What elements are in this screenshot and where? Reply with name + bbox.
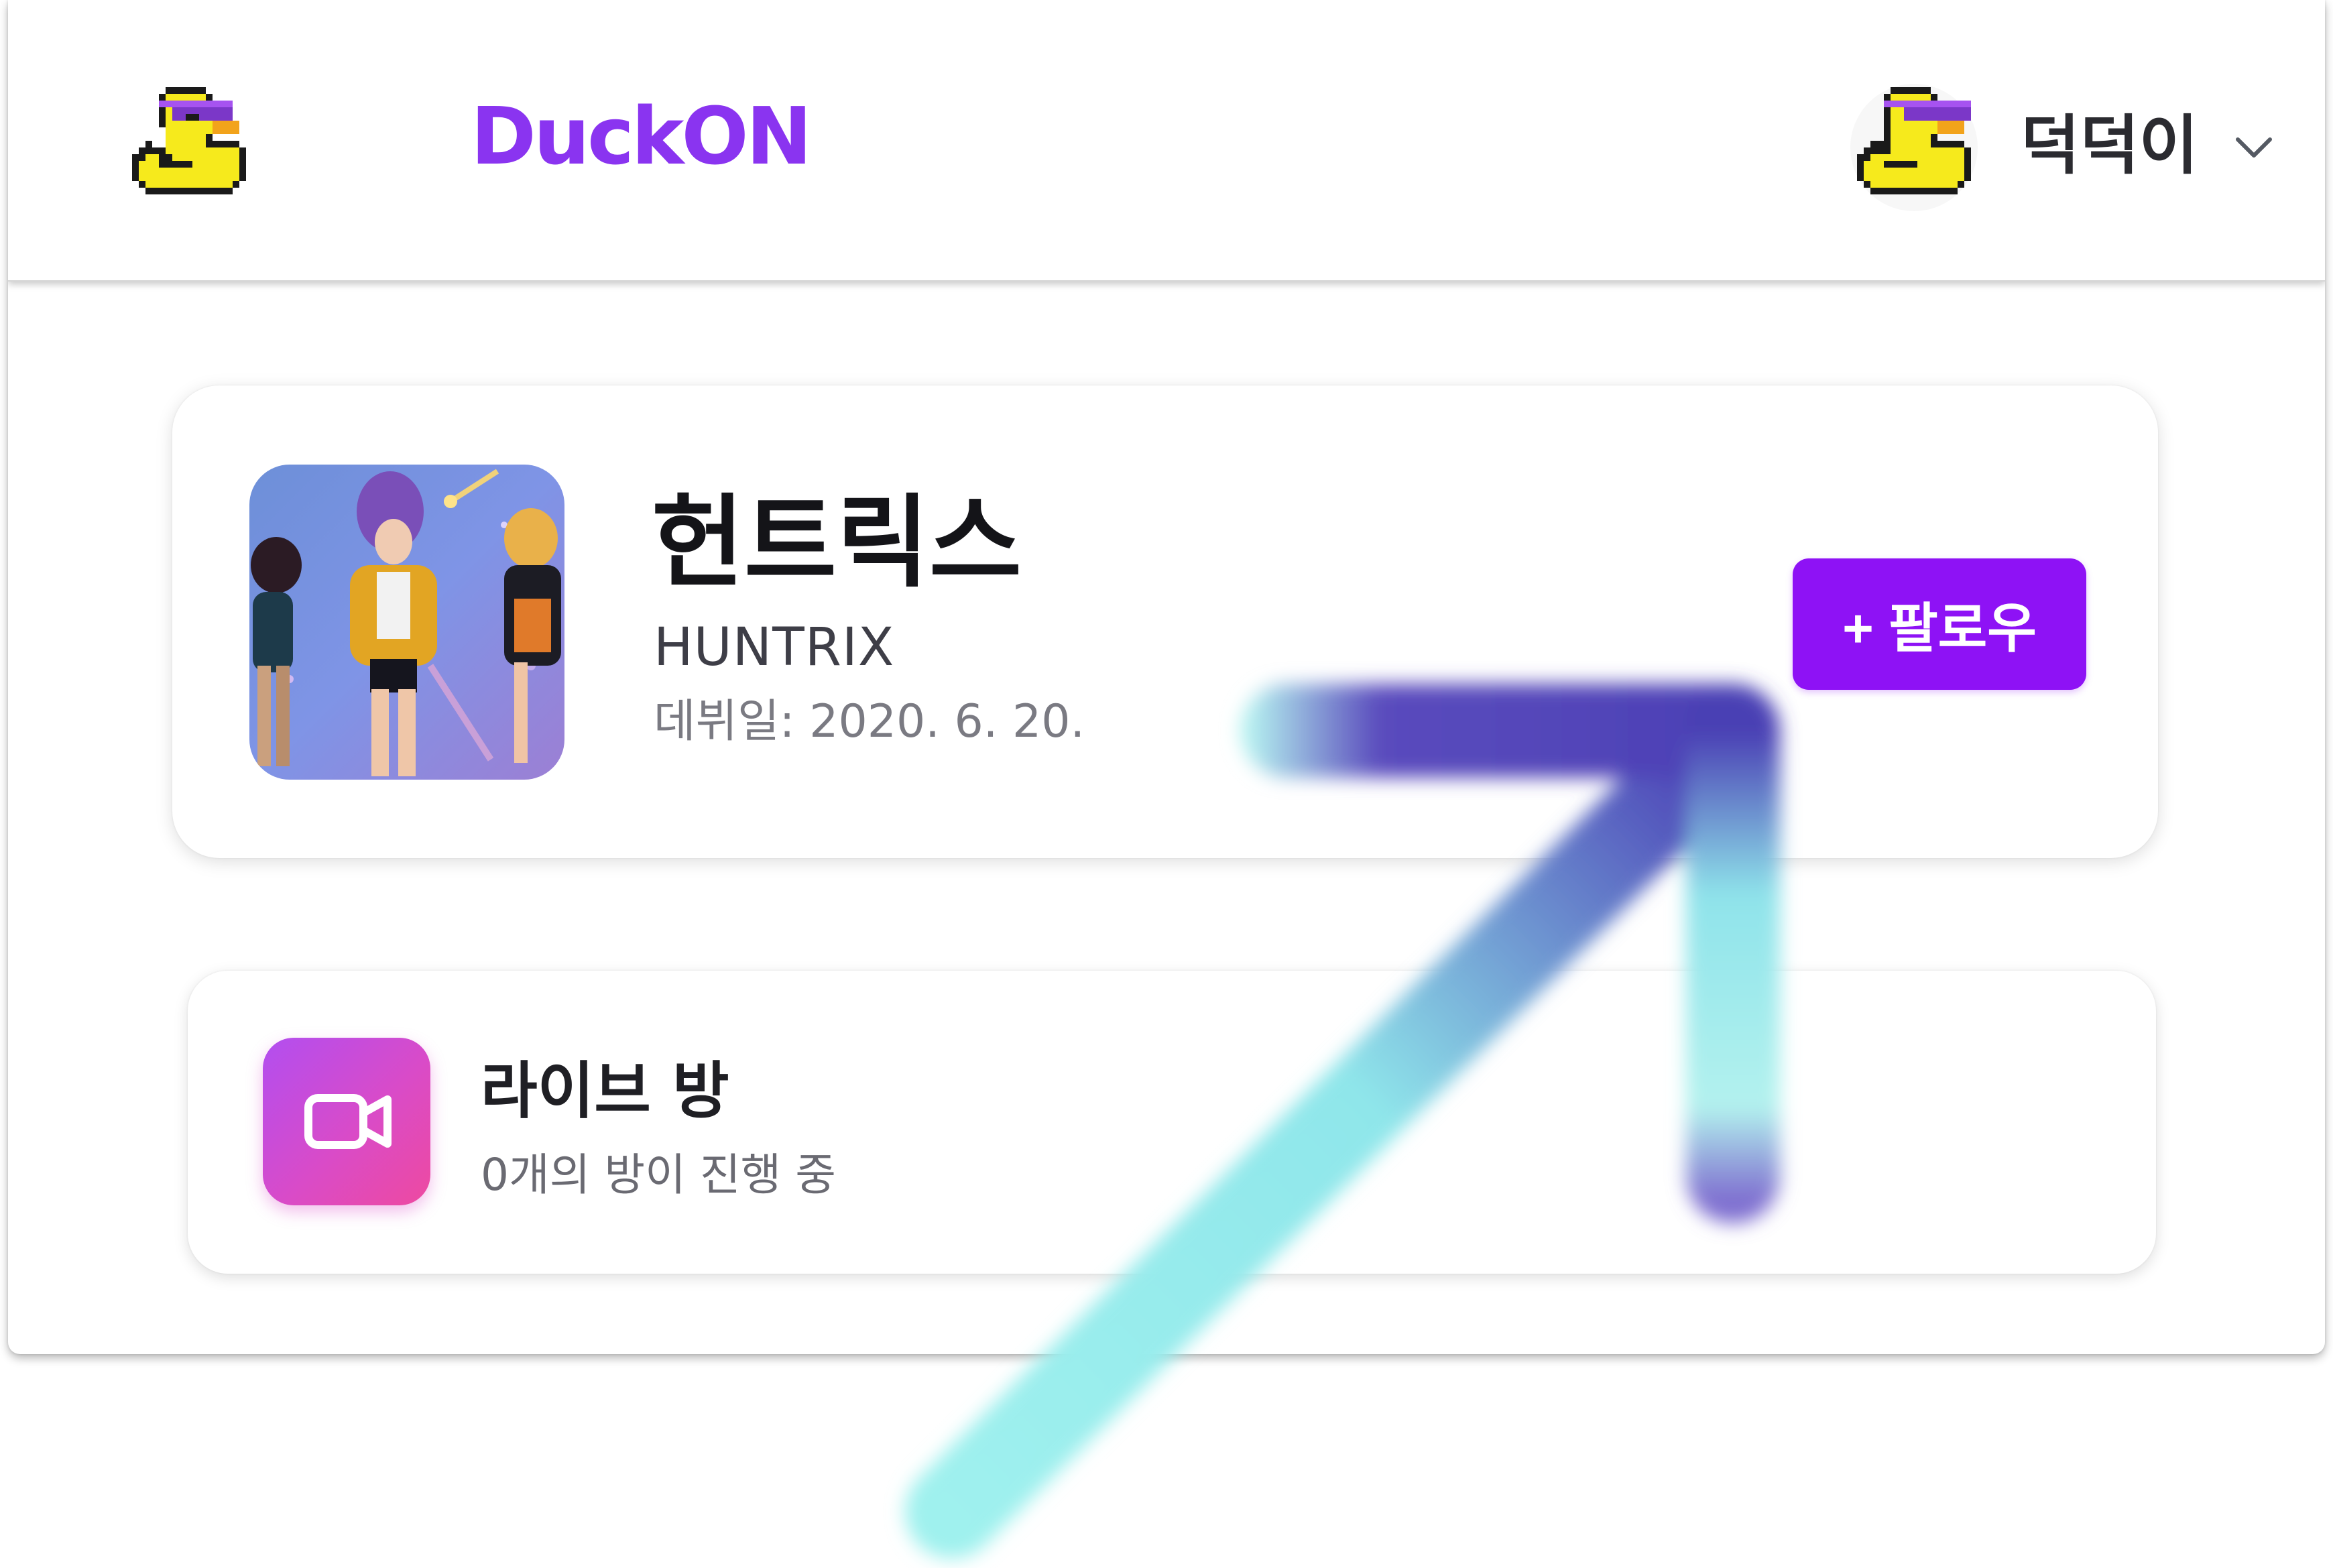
artist-debut-date: 데뷔일: 2020. 6. 20. <box>654 695 1085 748</box>
app-window: DuckON 덕덕이 헌트릭스 HUNTRIX 데뷔일: 2020. 6. 20… <box>8 0 2325 1354</box>
user-avatar[interactable] <box>1844 74 1984 215</box>
user-menu[interactable]: 덕덕이 <box>1838 67 2281 221</box>
artist-card: 헌트릭스 HUNTRIX 데뷔일: 2020. 6. 20. + 팔로우 <box>172 385 2158 858</box>
video-camera-icon <box>263 1038 430 1205</box>
brand-logo[interactable]: DuckON <box>471 93 812 180</box>
chevron-down-icon[interactable] <box>2227 121 2281 174</box>
top-header: DuckON 덕덕이 <box>8 0 2325 282</box>
logo-duck-icon[interactable] <box>119 80 246 201</box>
live-rooms-title: 라이브 방 <box>481 1055 729 1127</box>
artist-image <box>249 465 564 780</box>
live-rooms-count: 0개의 방이 진행 중 <box>481 1149 836 1201</box>
artist-name: 헌트릭스 <box>652 485 1022 601</box>
username[interactable]: 덕덕이 <box>2021 109 2198 182</box>
follow-button[interactable]: + 팔로우 <box>1793 558 2086 690</box>
live-rooms-card[interactable]: 라이브 방 0개의 방이 진행 중 <box>188 971 2156 1274</box>
artist-english-name: HUNTRIX <box>654 617 895 678</box>
